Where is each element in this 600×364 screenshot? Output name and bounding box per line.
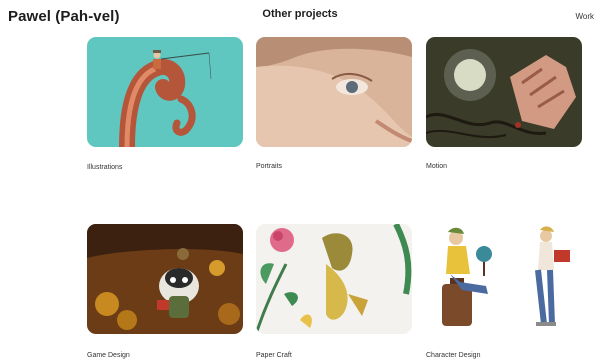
project-card-illustrations[interactable]: Illustrations xyxy=(87,37,243,171)
character-design-label[interactable]: Character Design xyxy=(426,352,582,359)
project-card-motion[interactable]: Motion xyxy=(426,37,582,170)
project-card-character-design[interactable]: Character Design xyxy=(426,224,582,359)
paper-craft-artwork xyxy=(256,224,412,334)
project-card-portraits[interactable]: Portraits xyxy=(256,37,412,170)
portraits-thumbnail[interactable] xyxy=(256,37,412,147)
game-design-artwork xyxy=(87,224,243,334)
project-card-paper-craft[interactable]: Paper Craft xyxy=(256,224,412,359)
portraits-artwork xyxy=(256,37,412,147)
character-design-artwork xyxy=(426,224,582,334)
game-design-label[interactable]: Game Design xyxy=(87,352,243,359)
game-design-thumbnail[interactable] xyxy=(87,224,243,334)
project-card-game-design[interactable]: Game Design xyxy=(87,224,243,359)
paper-craft-thumbnail[interactable] xyxy=(256,224,412,334)
nav-work-link[interactable]: Work xyxy=(575,12,594,21)
illustrations-artwork xyxy=(87,37,243,147)
motion-thumbnail[interactable] xyxy=(426,37,582,147)
motion-artwork xyxy=(426,37,582,147)
character-design-thumbnail[interactable] xyxy=(426,224,582,334)
illustrations-label[interactable]: Illustrations xyxy=(87,164,243,171)
motion-label[interactable]: Motion xyxy=(426,163,582,170)
portraits-label[interactable]: Portraits xyxy=(256,163,412,170)
illustrations-thumbnail[interactable] xyxy=(87,37,243,147)
section-title: Other projects xyxy=(262,8,338,20)
paper-craft-label[interactable]: Paper Craft xyxy=(256,352,412,359)
